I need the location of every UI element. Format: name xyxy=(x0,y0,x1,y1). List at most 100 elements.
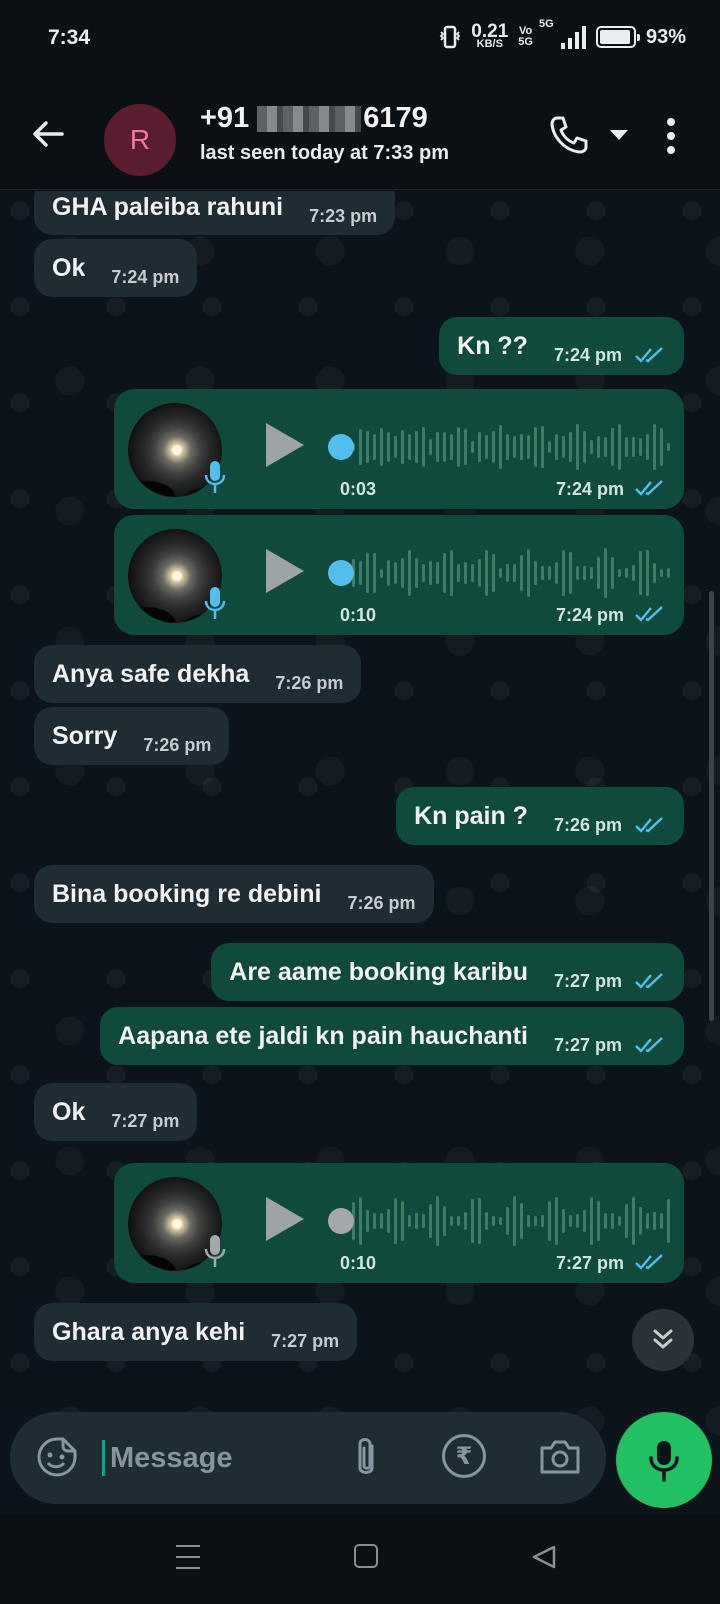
status-icons: 0.21 KB/S Vo 5G 5G 93% xyxy=(439,19,686,50)
read-ticks-icon xyxy=(635,480,663,496)
read-ticks-icon xyxy=(635,817,663,833)
waveform-bar xyxy=(534,1215,537,1227)
waveform[interactable] xyxy=(352,1189,670,1253)
waveform-bar xyxy=(618,1215,621,1227)
waveform-bar xyxy=(387,559,390,587)
message-time: 7:27 pm xyxy=(553,1034,622,1055)
message-outgoing[interactable]: Aapana ete jaldi kn pain hauchanti 7:27 … xyxy=(100,1007,684,1065)
waveform-bar xyxy=(450,434,453,460)
recents-button[interactable] xyxy=(176,1545,202,1569)
network-indicator: 5G xyxy=(539,19,586,49)
contact-name[interactable]: +91 6179 xyxy=(200,102,428,135)
waveform-bar xyxy=(478,559,481,587)
system-nav-bar xyxy=(0,1515,720,1604)
waveform-bar xyxy=(618,423,621,471)
message-time: 7:24 pm xyxy=(555,479,624,499)
waveform-bar xyxy=(471,440,474,454)
network-type: 5G xyxy=(538,18,554,30)
message-outgoing[interactable]: Kn pain ? 7:26 pm xyxy=(396,787,684,845)
message-time: 7:23 pm xyxy=(309,205,378,226)
waveform-bar xyxy=(436,432,439,462)
waveform-bar xyxy=(373,1212,376,1230)
message-incoming[interactable]: Sorry 7:26 pm xyxy=(34,707,230,765)
waveform-bar xyxy=(555,434,558,460)
emoji-icon[interactable] xyxy=(36,1436,78,1478)
waveform[interactable] xyxy=(352,415,670,479)
waveform-bar xyxy=(471,1198,474,1244)
waveform-bar xyxy=(457,427,460,467)
message-time: 7:24 pm xyxy=(111,266,180,287)
voice-message[interactable]: 0:10 7:24 pm xyxy=(114,515,684,635)
waveform-bar xyxy=(506,434,509,460)
playback-handle[interactable] xyxy=(328,560,354,586)
message-incoming[interactable]: Ok 7:27 pm xyxy=(34,1083,198,1141)
message-outgoing[interactable]: Are aame booking karibu 7:27 pm xyxy=(211,943,684,1001)
mic-icon xyxy=(649,1441,679,1482)
voice-duration: 0:10 xyxy=(340,605,377,625)
data-speed: 0.21 KB/S xyxy=(471,21,509,50)
home-button[interactable] xyxy=(354,1544,378,1568)
rupee-icon[interactable]: ₹ xyxy=(442,1434,486,1478)
message-incoming[interactable]: Anya safe dekha 7:26 pm xyxy=(34,645,362,703)
nav-back-icon[interactable] xyxy=(530,1543,558,1571)
waveform-bar xyxy=(548,565,551,581)
waveform-bar xyxy=(667,442,670,452)
playback-handle[interactable] xyxy=(328,1208,354,1234)
waveform-bar xyxy=(359,560,362,586)
message-time: 7:26 pm xyxy=(347,892,416,913)
waveform-bar xyxy=(471,563,474,583)
waveform-bar xyxy=(450,550,453,596)
voice-record-button[interactable] xyxy=(616,1412,712,1508)
play-icon[interactable] xyxy=(266,423,304,467)
waveform-bar xyxy=(576,423,579,471)
waveform-bar xyxy=(485,549,488,597)
waveform-bar xyxy=(583,430,586,464)
waveform-bar xyxy=(394,436,397,458)
scroll-down-button[interactable] xyxy=(632,1309,694,1371)
scrollbar[interactable] xyxy=(709,591,714,1021)
waveform-bar xyxy=(415,1213,418,1229)
waveform-bar xyxy=(422,1213,425,1229)
message-incoming[interactable]: Ok 7:24 pm xyxy=(34,239,198,297)
message-time: 7:26 pm xyxy=(143,734,212,755)
message-list[interactable]: GHA paleiba rahuni 7:23 pm Ok 7:24 pm Kn… xyxy=(0,191,720,1515)
play-icon[interactable] xyxy=(266,549,304,593)
voice-message[interactable]: 0:03 7:24 pm xyxy=(114,389,684,509)
waveform-bar xyxy=(499,424,502,470)
message-text: Ghara anya kehi xyxy=(52,1317,246,1346)
waveform-bar xyxy=(653,423,656,471)
waveform-bar xyxy=(429,1204,432,1238)
voice-message[interactable]: 0:10 7:27 pm xyxy=(114,1163,684,1283)
message-text: Sorry xyxy=(52,721,118,750)
waveform-bar xyxy=(632,437,635,457)
message-input[interactable] xyxy=(110,1434,330,1482)
attach-icon[interactable] xyxy=(350,1434,382,1482)
waveform-bar xyxy=(660,1213,663,1229)
waveform-bar xyxy=(597,436,600,458)
call-dropdown-icon[interactable] xyxy=(610,130,628,140)
avatar[interactable]: R xyxy=(104,104,176,176)
phone-icon[interactable] xyxy=(548,114,590,156)
text-cursor xyxy=(102,1440,105,1476)
message-time: 7:27 pm xyxy=(555,1253,624,1273)
message-time: 7:26 pm xyxy=(275,672,344,693)
waveform-bar xyxy=(401,557,404,589)
message-time: 7:27 pm xyxy=(271,1330,340,1351)
waveform[interactable] xyxy=(352,541,670,605)
waveform-bar xyxy=(527,548,530,598)
message-incoming[interactable]: GHA paleiba rahuni 7:23 pm xyxy=(34,191,396,235)
message-text: Ok xyxy=(52,253,86,282)
play-icon[interactable] xyxy=(266,1197,304,1241)
message-text: Kn pain ? xyxy=(414,801,528,830)
message-outgoing[interactable]: Kn ?? 7:24 pm xyxy=(439,317,684,375)
waveform-bar xyxy=(604,548,607,598)
more-vert-icon[interactable] xyxy=(666,118,676,158)
waveform-bar xyxy=(597,1201,600,1241)
waveform-bar xyxy=(646,434,649,460)
waveform-bar xyxy=(443,1206,446,1236)
playback-handle[interactable] xyxy=(328,434,354,460)
back-arrow-icon[interactable] xyxy=(28,114,68,154)
message-incoming[interactable]: Bina booking re debini 7:26 pm xyxy=(34,865,434,923)
camera-icon[interactable] xyxy=(538,1436,582,1476)
message-incoming[interactable]: Ghara anya kehi 7:27 pm xyxy=(34,1303,358,1361)
